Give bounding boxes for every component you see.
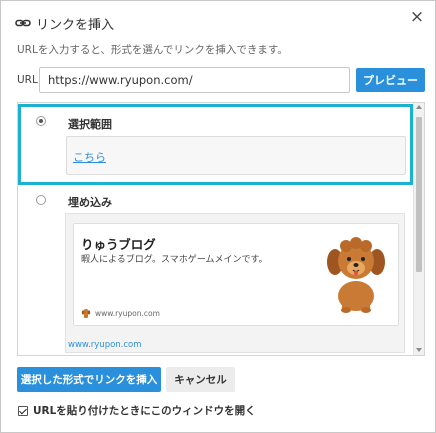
selection-preview: こちら (66, 136, 406, 175)
open-on-paste-checkbox[interactable] (18, 405, 28, 416)
dialog-description: URLを入力すると、形式を選んでリンクを挿入できます。 (17, 44, 288, 56)
blog-card-site-name: www.ryupon.com (95, 308, 160, 318)
url-label: URL (17, 74, 38, 86)
insert-link-dialog: リンクを挿入 × URLを入力すると、形式を選んでリンクを挿入できます。 URL… (0, 0, 436, 433)
blog-card-description: 暇人によるブログ。スマホゲームメインです。 (81, 255, 268, 265)
dialog-title: リンクを挿入 (36, 17, 115, 33)
preview-button[interactable]: プレビュー (356, 68, 425, 92)
scroll-up-icon[interactable] (416, 105, 422, 109)
cancel-button[interactable]: キャンセル (166, 367, 235, 392)
selection-title: 選択範囲 (68, 118, 112, 131)
scroll-down-icon[interactable] (416, 348, 422, 352)
options-scrollbar[interactable] (413, 103, 424, 355)
embed-title: 埋め込み (68, 196, 112, 209)
link-format-options: 選択範囲 こちら 埋め込み りゅうブログ 暇人によるブログ。スマホゲームメインで… (17, 102, 425, 356)
url-input[interactable] (39, 67, 350, 93)
dialog-header: リンクを挿入 (15, 13, 114, 33)
open-on-paste-option[interactable]: URLを貼り付けたときにこのウィンドウを開く (18, 403, 256, 418)
embed-radio[interactable] (36, 195, 46, 205)
close-icon[interactable]: × (409, 9, 425, 26)
selection-link-text: こちら (73, 151, 106, 164)
scrollbar-thumb[interactable] (416, 117, 422, 272)
insert-link-button[interactable]: 選択した形式でリンクを挿入 (17, 367, 161, 392)
embed-link[interactable]: www.ryupon.com (68, 340, 142, 350)
blog-card-site: www.ryupon.com (81, 308, 160, 318)
dog-favicon-icon (81, 309, 91, 318)
option-selection[interactable]: 選択範囲 こちら (18, 104, 413, 185)
link-icon (15, 19, 31, 27)
dog-illustration (327, 237, 385, 313)
blog-card: りゅうブログ 暇人によるブログ。スマホゲームメインです。 www.ryupon.… (73, 223, 399, 326)
embed-preview: りゅうブログ 暇人によるブログ。スマホゲームメインです。 www.ryupon.… (65, 213, 405, 353)
blog-card-title: りゅうブログ (81, 237, 156, 252)
open-on-paste-label: URLを貼り付けたときにこのウィンドウを開く (33, 405, 256, 417)
selection-radio[interactable] (36, 116, 46, 126)
